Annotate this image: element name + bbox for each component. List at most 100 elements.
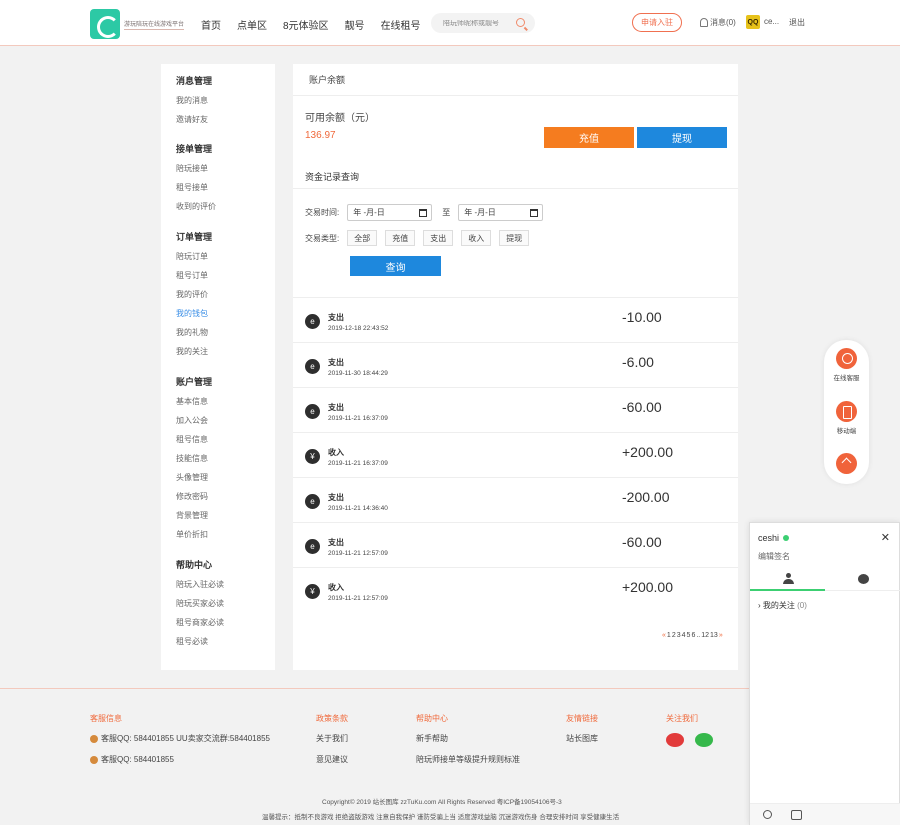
user-name[interactable]: ce... — [764, 17, 779, 26]
follow-label: 我的关注 — [762, 601, 795, 610]
sidebar-item-my-messages[interactable]: 我的消息 — [176, 91, 275, 110]
pager-page[interactable]: 2 — [672, 632, 676, 639]
search-input[interactable] — [443, 19, 513, 27]
sidebar-item-rental-orders[interactable]: 租号接单 — [176, 178, 275, 197]
messages-label: 消息(0) — [710, 18, 736, 27]
start-date-field[interactable]: 年 -月-日 — [347, 204, 433, 221]
calendar-icon[interactable] — [530, 209, 539, 217]
nav-home[interactable]: 首页 — [201, 17, 221, 32]
footer-qq-text: 客服QQ: 584401855 — [101, 755, 174, 764]
sidebar-item-skill-info[interactable]: 技能信息 — [176, 449, 275, 468]
sidebar-item-change-password[interactable]: 修改密码 — [176, 487, 275, 506]
record-type: 支出 — [328, 313, 344, 322]
footer-link-level-rules[interactable]: 陪玩师接单等级提升规则标准 — [416, 754, 520, 765]
list-item: e 支出 2019-11-21 12:57:09 -60.00 — [293, 523, 738, 568]
qq-icon — [90, 734, 98, 743]
sidebar-item-join-guild[interactable]: 加入公会 — [176, 411, 275, 430]
sidebar-item-received-reviews[interactable]: 收到的评价 — [176, 197, 275, 216]
type-all-button[interactable]: 全部 — [347, 230, 378, 246]
footer-heading: 客服信息 — [90, 714, 122, 723]
tab-conversations-icon[interactable] — [858, 574, 869, 584]
calendar-icon[interactable] — [419, 209, 428, 217]
pager-next[interactable]: » — [719, 632, 723, 639]
balance-value: 136.97 — [305, 130, 336, 141]
pager-page[interactable]: 3 — [677, 632, 681, 639]
nav-account-rental[interactable]: 在线租号 — [381, 17, 421, 32]
list-item: e 支出 2019-11-21 16:37:09 -60.00 — [293, 388, 738, 433]
type-income-button[interactable]: 收入 — [461, 230, 492, 246]
pager-page[interactable]: 1 — [667, 632, 671, 639]
sidebar-item-help-player[interactable]: 陪玩入驻必读 — [176, 575, 275, 594]
chat-tabs — [750, 569, 900, 591]
pager-prev[interactable]: « — [662, 632, 666, 639]
sidebar-item-play-order-list[interactable]: 陪玩订单 — [176, 247, 275, 266]
footer-col-help: 帮助中心 新手帮助 陪玩师接单等级提升规则标准 — [416, 713, 520, 775]
query-button[interactable]: 查询 — [350, 256, 441, 276]
chat-toolbar — [750, 803, 900, 825]
health-tips: 温馨提示：抵制不良游戏 拒绝盗版游戏 注意自我保护 谨防受骗上当 适度游戏益脑 … — [262, 814, 620, 821]
footer-heading: 友情链接 — [566, 714, 598, 723]
footer-link-zztuku[interactable]: 站长图库 — [566, 733, 598, 744]
apply-join-button[interactable]: 申请入驻 — [632, 13, 682, 32]
record-time: 2019-11-21 16:37:09 — [328, 415, 388, 422]
wechat-icon[interactable] — [694, 733, 713, 747]
edit-signature[interactable]: 编辑签名 — [758, 551, 790, 562]
footer-link-feedback[interactable]: 意见建议 — [316, 754, 348, 765]
back-to-top-button[interactable] — [824, 453, 869, 477]
recharge-button[interactable]: 充值 — [544, 127, 634, 148]
list-item: e 支出 2019-11-21 14:36:40 -200.00 — [293, 478, 738, 523]
record-amount: -200.00 — [622, 489, 670, 505]
nav-order-zone[interactable]: 点单区 — [237, 17, 267, 32]
search-icon[interactable] — [763, 810, 772, 819]
type-recharge-button[interactable]: 充值 — [385, 230, 416, 246]
sidebar-item-my-reviews[interactable]: 我的评价 — [176, 285, 275, 304]
pager-page[interactable]: 13 — [710, 632, 718, 639]
pager-page[interactable]: 6 — [691, 632, 695, 639]
sidebar-item-my-gifts[interactable]: 我的礼物 — [176, 323, 275, 342]
expense-icon: e — [305, 539, 320, 554]
sidebar-group-messages: 消息管理 我的消息 邀请好友 — [161, 72, 275, 129]
online-service-button[interactable]: 在线客服 — [824, 348, 869, 382]
avatar[interactable]: QQ — [746, 15, 760, 29]
footer-link-about[interactable]: 关于我们 — [316, 733, 348, 744]
mobile-button[interactable]: 移动端 — [824, 401, 869, 435]
skin-icon[interactable] — [791, 810, 802, 820]
footer-link-newbie[interactable]: 新手帮助 — [416, 733, 520, 744]
sidebar-item-help-merchant[interactable]: 租号商家必读 — [176, 613, 275, 632]
sidebar-item-basic-info[interactable]: 基本信息 — [176, 392, 275, 411]
logout-link[interactable]: 退出 — [789, 17, 805, 28]
end-date-field[interactable]: 年 -月-日 — [458, 204, 544, 221]
search-icon[interactable] — [516, 18, 525, 27]
sidebar-group-title: 接单管理 — [176, 144, 213, 154]
date-filter-row: 交易时间: 年 -月-日 至 年 -月-日 — [305, 204, 544, 221]
sidebar-item-my-follows[interactable]: 我的关注 — [176, 342, 275, 361]
type-withdraw-button[interactable]: 提现 — [499, 230, 530, 246]
follow-group[interactable]: › 我的关注 (0) — [758, 600, 807, 611]
chat-user: ceshi — [758, 533, 790, 543]
sidebar-item-my-wallet[interactable]: 我的钱包 — [176, 304, 275, 323]
sidebar-item-help-rental[interactable]: 租号必读 — [176, 632, 275, 651]
sidebar-item-help-buyer[interactable]: 陪玩买家必读 — [176, 594, 275, 613]
sidebar-item-avatar-manage[interactable]: 头像管理 — [176, 468, 275, 487]
pager-page[interactable]: 5 — [687, 632, 691, 639]
messages-link[interactable]: 消息(0) — [700, 17, 736, 28]
site-logo[interactable]: 游玩陪玩在线游戏平台 — [90, 9, 185, 39]
nav-trial-zone[interactable]: 8元体验区 — [283, 17, 329, 32]
pager-page[interactable]: 12 — [701, 632, 709, 639]
pager-page[interactable]: 4 — [682, 632, 686, 639]
weibo-icon[interactable] — [666, 733, 684, 747]
tab-contacts[interactable] — [750, 569, 825, 591]
sidebar-item-rental-info[interactable]: 租号信息 — [176, 430, 275, 449]
sidebar-item-play-orders[interactable]: 陪玩接单 — [176, 159, 275, 178]
footer-heading: 关注我们 — [666, 714, 698, 723]
type-expense-button[interactable]: 支出 — [423, 230, 454, 246]
sidebar-item-rental-order-list[interactable]: 租号订单 — [176, 266, 275, 285]
record-type: 支出 — [328, 403, 344, 412]
nav-pretty-number[interactable]: 靓号 — [345, 17, 365, 32]
withdraw-button[interactable]: 提现 — [637, 127, 727, 148]
close-icon[interactable]: ✕ — [881, 531, 890, 544]
sidebar-item-price-discount[interactable]: 单价折扣 — [176, 525, 275, 544]
bell-icon — [700, 18, 708, 27]
sidebar-item-background-manage[interactable]: 背景管理 — [176, 506, 275, 525]
sidebar-item-invite-friends[interactable]: 邀请好友 — [176, 110, 275, 129]
